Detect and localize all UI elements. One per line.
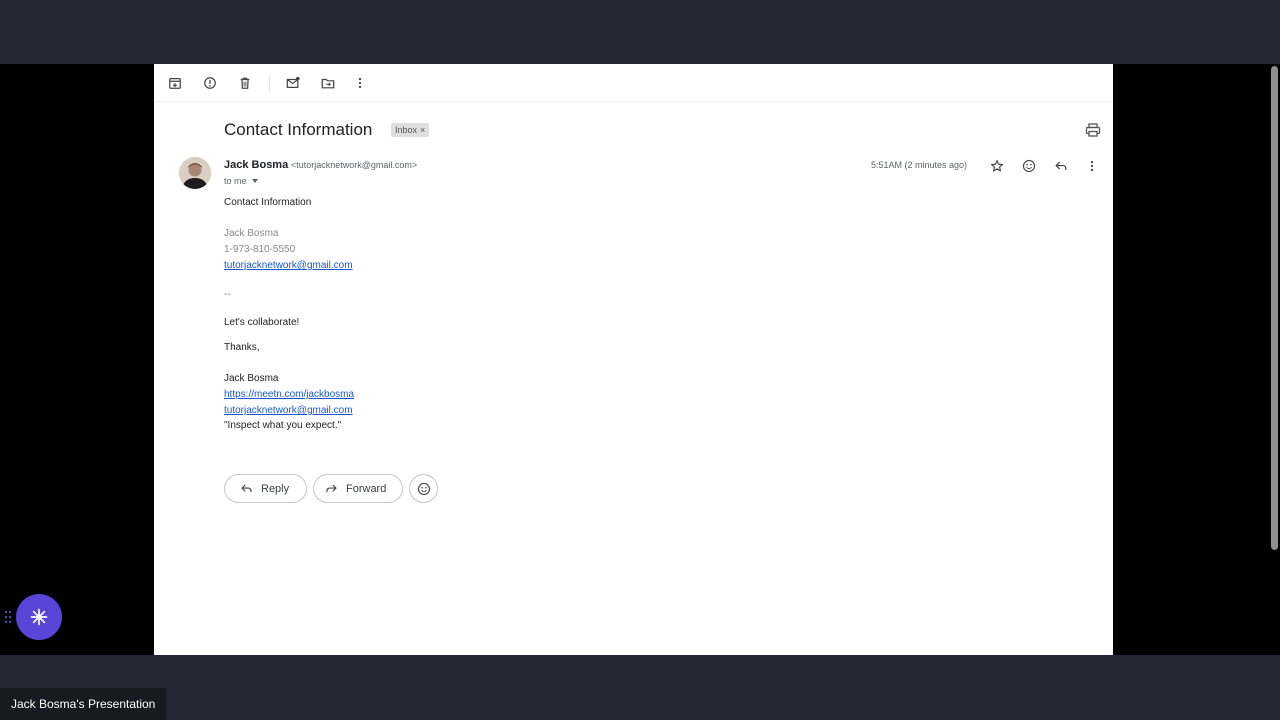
- contact-phone: 1-973-810-5550: [224, 244, 296, 255]
- body-heading: Contact Information: [224, 197, 312, 208]
- inbox-label-text: Inbox: [395, 125, 418, 135]
- add-reaction-icon[interactable]: [1021, 158, 1037, 174]
- email-toolbar: [154, 64, 1113, 102]
- reply-icon[interactable]: [1053, 158, 1069, 174]
- reply-arrow-icon: [241, 484, 252, 493]
- presenter-name-label: Jack Bosma's Presentation: [0, 688, 167, 720]
- scrollbar-thumb[interactable]: [1271, 66, 1278, 550]
- email-subject: Contact Information: [224, 120, 373, 139]
- emoji-reaction-button[interactable]: [409, 474, 438, 503]
- forward-button-label: Forward: [346, 482, 387, 495]
- delete-icon[interactable]: [236, 74, 254, 92]
- signature-quote: "Inspect what you expect.": [224, 420, 342, 431]
- snowflake-icon: [30, 608, 48, 626]
- move-to-icon[interactable]: [319, 74, 337, 92]
- sender-avatar[interactable]: [179, 157, 211, 189]
- email-timestamp: 5:51AM (2 minutes ago): [871, 160, 968, 170]
- sender-name: Jack Bosma: [224, 159, 289, 171]
- report-spam-icon[interactable]: [201, 74, 219, 92]
- reply-button-label: Reply: [261, 482, 290, 495]
- message-more-icon[interactable]: [1084, 158, 1100, 174]
- star-icon[interactable]: [989, 158, 1005, 174]
- contact-name: Jack Bosma: [224, 228, 279, 239]
- contact-email-link[interactable]: tutorjacknetwork@gmail.com: [224, 260, 353, 271]
- archive-icon[interactable]: [166, 74, 184, 92]
- message-text: Let's collaborate!: [224, 317, 300, 328]
- top-bar: [0, 0, 1280, 64]
- more-vert-icon[interactable]: [351, 74, 369, 92]
- signature-url-link[interactable]: https://meetn.com/jackbosma: [224, 389, 354, 400]
- forward-button[interactable]: Forward: [313, 474, 403, 503]
- toolbar-divider: [269, 74, 270, 92]
- shared-screen: Contact Information Inbox × Jack Bosma <t…: [154, 64, 1113, 655]
- sender-email: <tutorjacknetwork@gmail.com>: [291, 160, 418, 170]
- inbox-label-chip[interactable]: Inbox ×: [391, 123, 430, 137]
- remove-label-icon[interactable]: ×: [420, 125, 425, 135]
- drag-handle-icon[interactable]: [4, 610, 12, 624]
- signature-separator: --: [224, 289, 231, 300]
- app-launcher-button[interactable]: [16, 594, 62, 640]
- closing-text: Thanks,: [224, 342, 260, 353]
- signature-name: Jack Bosma: [224, 373, 279, 384]
- print-icon[interactable]: [1085, 122, 1101, 138]
- signature-email-link[interactable]: tutorjacknetwork@gmail.com: [224, 405, 353, 416]
- forward-arrow-icon: [326, 484, 337, 493]
- bottom-bar: [0, 655, 1280, 720]
- reply-button[interactable]: Reply: [224, 474, 307, 503]
- smiley-icon: [417, 482, 430, 495]
- mark-unread-icon[interactable]: [284, 74, 302, 92]
- recipient-summary[interactable]: to me: [224, 176, 247, 186]
- recipient-details-caret-icon[interactable]: [252, 179, 258, 183]
